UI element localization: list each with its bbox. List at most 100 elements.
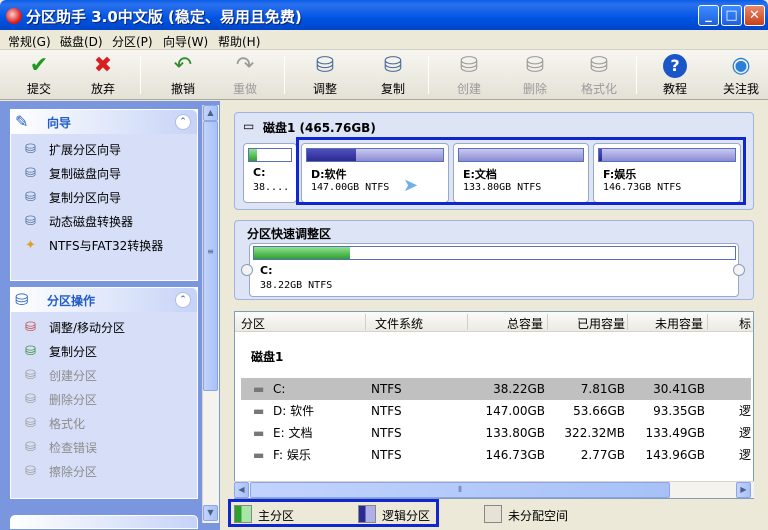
resize-right-handle[interactable] bbox=[733, 264, 745, 276]
row-free: 93.35GB bbox=[653, 404, 705, 418]
partition-ops-icon: ⛁ bbox=[15, 290, 29, 309]
resize-button[interactable]: ⛁ 调整 bbox=[300, 52, 350, 98]
column-divider[interactable] bbox=[707, 314, 708, 330]
redo-button[interactable]: ↷ 重做 bbox=[220, 52, 270, 98]
table-row[interactable]: ▬ E: 文档 NTFS 133.80GB 322.32MB 133.49GB … bbox=[241, 422, 751, 444]
scroll-down-button[interactable]: ▼ bbox=[203, 505, 218, 521]
col-total[interactable]: 总容量 bbox=[507, 315, 543, 332]
wizard-panel: ✎ 向导 ⌃ ⛁ 扩展分区向导 ⛁ 复制磁盘向导 ⛁ 复制分区向导 ⛁ 动态磁盘转换器 … bbox=[10, 109, 198, 281]
table-row[interactable]: ▬ C: NTFS 38.22GB 7.81GB 30.41GB bbox=[241, 378, 751, 400]
op-format[interactable]: ⛁ 格式化 bbox=[11, 412, 197, 436]
format-button[interactable]: ⛁ 格式化 bbox=[574, 52, 624, 98]
quick-resize-area: 分区快速调整区 C: 38.22GB NTFS bbox=[234, 220, 754, 300]
commit-button[interactable]: ✔ 提交 bbox=[14, 52, 64, 98]
hscroll-thumb[interactable]: ⦀ bbox=[250, 482, 670, 498]
op-wipe-partition[interactable]: ⛁ 擦除分区 bbox=[11, 460, 197, 484]
legend-highlight bbox=[228, 499, 439, 527]
undo-label: 撤销 bbox=[170, 82, 195, 96]
scroll-thumb[interactable]: ≡ bbox=[203, 121, 218, 391]
col-flag[interactable]: 标 bbox=[739, 315, 751, 332]
table-hscrollbar[interactable]: ◀ ⦀ ▶ bbox=[234, 481, 754, 498]
scroll-up-button[interactable]: ▲ bbox=[203, 105, 218, 121]
op-resize-move[interactable]: ⛁ 调整/移动分区 bbox=[11, 316, 197, 340]
scroll-right-button[interactable]: ▶ bbox=[736, 482, 751, 498]
delete-label: 删除 bbox=[522, 82, 547, 96]
ops-panel-header[interactable]: ⛁ 分区操作 ⌃ bbox=[11, 288, 197, 312]
menu-help[interactable]: 帮助(H) bbox=[218, 33, 260, 50]
wizard-item-copy-disk[interactable]: ⛁ 复制磁盘向导 bbox=[11, 162, 197, 186]
column-divider[interactable] bbox=[467, 314, 468, 330]
collapse-icon[interactable]: ⌃ bbox=[175, 114, 191, 130]
table-row[interactable]: ▬ F: 娱乐 NTFS 146.73GB 2.77GB 143.96GB 逻 bbox=[241, 444, 751, 466]
copy-disk-icon: ⛁ bbox=[25, 166, 36, 181]
logical-partitions-highlight bbox=[296, 137, 746, 205]
legend-unallocated: 未分配空间 bbox=[508, 509, 569, 523]
row-used: 53.66GB bbox=[573, 404, 625, 418]
resize-label: 调整 bbox=[312, 82, 337, 96]
close-button[interactable]: ✕ bbox=[744, 5, 765, 26]
row-fs: NTFS bbox=[371, 426, 402, 440]
wizard-item-copy-partition[interactable]: ⛁ 复制分区向导 bbox=[11, 186, 197, 210]
disk-group-label: 磁盘1 bbox=[251, 350, 284, 364]
row-free: 30.41GB bbox=[653, 382, 705, 396]
partition-size: 38.... bbox=[253, 182, 290, 193]
resize-usage-bar bbox=[253, 246, 736, 260]
table-header: 分区 文件系统 总容量 已用容量 未用容量 标 bbox=[235, 312, 753, 332]
convert-icon: ✦ bbox=[25, 238, 36, 253]
maximize-button[interactable]: □ bbox=[721, 5, 742, 26]
scroll-left-button[interactable]: ◀ bbox=[234, 482, 249, 498]
tutorial-button[interactable]: ? 教程 bbox=[650, 52, 700, 98]
partition-name: C: bbox=[253, 166, 266, 179]
col-partition[interactable]: 分区 bbox=[241, 315, 265, 332]
op-check-errors[interactable]: ⛁ 检查错误 bbox=[11, 436, 197, 460]
left-pane-scrollbar[interactable]: ▲ ≡ ▼ bbox=[202, 105, 219, 523]
undo-icon: ↶ bbox=[173, 53, 193, 78]
follow-button[interactable]: ◉ 关注我 bbox=[716, 52, 766, 98]
partition-table: 分区 文件系统 总容量 已用容量 未用容量 标 磁盘1 ▬ C: NTFS 38… bbox=[234, 311, 754, 499]
create-button[interactable]: ⛁ 创建 bbox=[444, 52, 494, 98]
column-divider[interactable] bbox=[365, 314, 366, 330]
discard-button[interactable]: ✖ 放弃 bbox=[78, 52, 128, 98]
column-divider[interactable] bbox=[627, 314, 628, 330]
collapse-icon[interactable]: ⌃ bbox=[175, 292, 191, 308]
resize-left-handle[interactable] bbox=[241, 264, 253, 276]
minimize-button[interactable]: _ bbox=[698, 5, 719, 26]
title-bar[interactable]: 分区助手 3.0中文版 (稳定、易用且免费) _ □ ✕ bbox=[0, 0, 768, 30]
partition-block-c[interactable]: C: 38.... bbox=[243, 143, 297, 203]
resize-partition-block[interactable]: C: 38.22GB NTFS bbox=[249, 243, 739, 297]
wizard-panel-header[interactable]: ✎ 向导 ⌃ bbox=[11, 110, 197, 134]
table-row[interactable]: ▬ D: 软件 NTFS 147.00GB 53.66GB 93.35GB 逻 bbox=[241, 400, 751, 422]
delete-button[interactable]: ⛁ 删除 bbox=[510, 52, 560, 98]
row-fs: NTFS bbox=[371, 382, 402, 396]
check-icon: ✔ bbox=[29, 53, 49, 78]
op-delete-partition[interactable]: ⛁ 删除分区 bbox=[11, 388, 197, 412]
menu-disk[interactable]: 磁盘(D) bbox=[60, 33, 103, 50]
menu-general[interactable]: 常规(G) bbox=[8, 33, 51, 50]
op-create-partition[interactable]: ⛁ 创建分区 bbox=[11, 364, 197, 388]
wizard-item-ntfs-fat32[interactable]: ✦ NTFS与FAT32转换器 bbox=[11, 234, 197, 258]
menu-wizard[interactable]: 向导(W) bbox=[163, 33, 208, 50]
col-filesystem[interactable]: 文件系统 bbox=[375, 315, 423, 332]
wizard-item-dynamic-disk[interactable]: ⛁ 动态磁盘转换器 bbox=[11, 210, 197, 234]
op-copy-partition[interactable]: ⛁ 复制分区 bbox=[11, 340, 197, 364]
copy-partition-icon: ⛁ bbox=[25, 190, 36, 205]
ops-panel-title: 分区操作 bbox=[47, 294, 96, 308]
menu-partition[interactable]: 分区(P) bbox=[112, 33, 153, 50]
discard-label: 放弃 bbox=[90, 82, 115, 96]
row-name: F: 娱乐 bbox=[273, 448, 311, 462]
app-icon bbox=[6, 8, 22, 24]
resize-disk-icon: ⛁ bbox=[315, 53, 335, 78]
col-free[interactable]: 未用容量 bbox=[655, 315, 703, 332]
col-used[interactable]: 已用容量 bbox=[577, 315, 625, 332]
wizard-item-extend[interactable]: ⛁ 扩展分区向导 bbox=[11, 138, 197, 162]
undo-button[interactable]: ↶ 撤销 bbox=[158, 52, 208, 98]
create-icon: ⛁ bbox=[25, 368, 36, 383]
next-panel-header[interactable] bbox=[10, 515, 198, 529]
column-divider[interactable] bbox=[547, 314, 548, 330]
wizard-icon: ✎ bbox=[15, 112, 29, 131]
row-total: 146.73GB bbox=[485, 448, 545, 462]
redo-icon: ↷ bbox=[235, 53, 255, 78]
row-used: 7.81GB bbox=[580, 382, 625, 396]
copy-button[interactable]: ⛁ 复制 bbox=[368, 52, 418, 98]
delete-icon: ⛁ bbox=[25, 392, 36, 407]
